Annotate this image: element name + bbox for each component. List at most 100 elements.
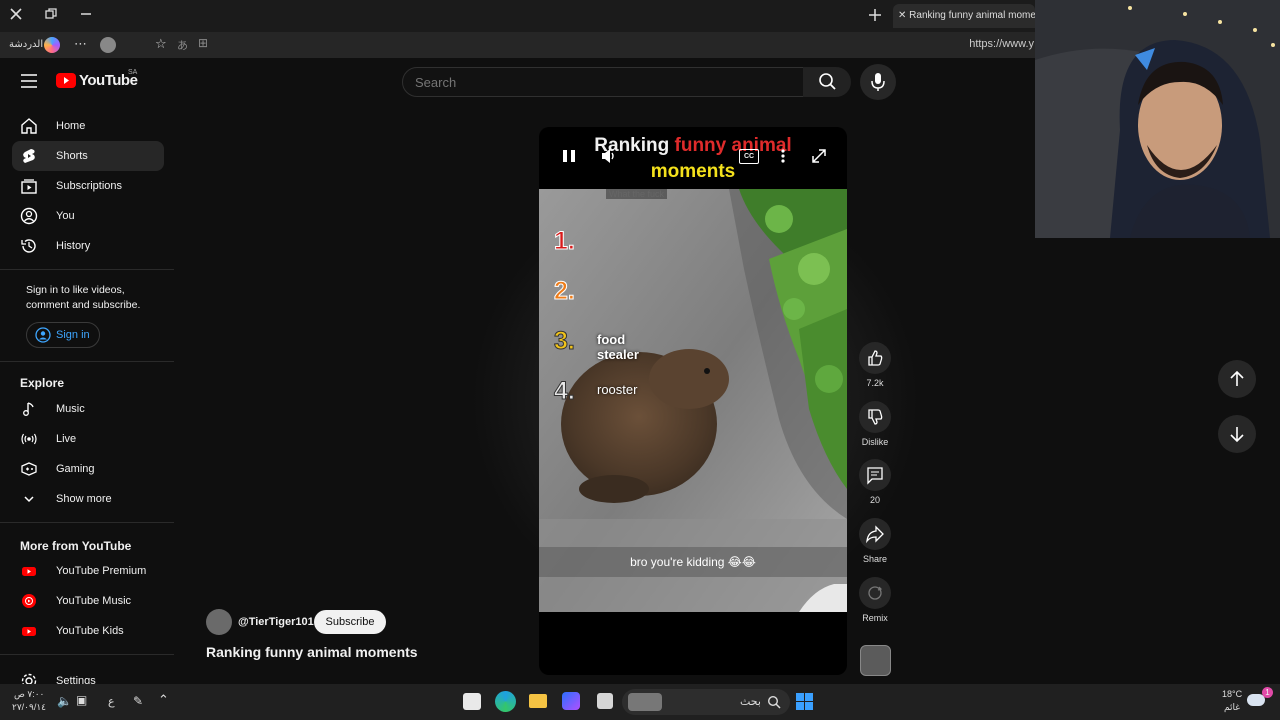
- speaker-icon[interactable]: 🔈: [57, 694, 72, 708]
- previous-short-button[interactable]: [1218, 360, 1256, 398]
- taskbar-search-label: بحث: [740, 696, 761, 708]
- sidebar-divider: [0, 654, 174, 655]
- arrow-up-icon: [1230, 370, 1244, 386]
- more-from-youtube-title: More from YouTube: [20, 539, 132, 553]
- voice-search-button[interactable]: [860, 64, 896, 100]
- subscribe-button[interactable]: Subscribe: [314, 610, 386, 634]
- minimize-window-icon[interactable]: [80, 8, 92, 20]
- sidebar-item-label: Shorts: [56, 150, 88, 162]
- search-icon: [767, 695, 781, 709]
- restore-window-icon[interactable]: [45, 8, 57, 20]
- app-icon[interactable]: [597, 693, 613, 709]
- channel-name[interactable]: @TierTiger101: [238, 616, 314, 628]
- music-icon: [23, 402, 34, 416]
- thumbs-down-icon: [868, 409, 883, 425]
- signin-prompt: Sign in to like videos, comment and subs…: [26, 284, 141, 311]
- sidebar-item-youtube-premium[interactable]: YouTube Premium: [12, 556, 164, 586]
- sidebar-item-settings[interactable]: Settings: [12, 666, 164, 684]
- account-icon: [35, 327, 51, 343]
- translate-icon[interactable]: あ: [177, 37, 188, 53]
- new-tab-icon[interactable]: [868, 8, 882, 22]
- sidebar-item-label: You: [56, 210, 75, 222]
- more-vert-button[interactable]: [779, 148, 787, 164]
- sidebar-item-shorts[interactable]: Shorts: [12, 141, 164, 171]
- rank-number: 3.: [554, 327, 576, 356]
- search-input[interactable]: [413, 74, 777, 91]
- sidebar-item-subscriptions[interactable]: Subscriptions: [12, 171, 164, 201]
- store-icon[interactable]: [463, 693, 481, 710]
- sidebar-item-label: Home: [56, 120, 86, 132]
- home-icon: [21, 118, 37, 134]
- share-button[interactable]: [859, 518, 891, 550]
- sidebar-item-you[interactable]: You: [12, 201, 164, 231]
- tray-chevron-up-icon[interactable]: ⌃: [158, 692, 169, 708]
- edge-browser-icon[interactable]: [495, 691, 516, 712]
- arrow-down-icon: [1230, 427, 1244, 443]
- close-window-icon[interactable]: [10, 8, 22, 20]
- sidebar-item-live[interactable]: Live: [12, 424, 164, 454]
- input-language[interactable]: ع: [108, 695, 115, 708]
- windows-start-icon[interactable]: [796, 693, 813, 710]
- sound-thumbnail[interactable]: [860, 645, 891, 676]
- search-highlight-image: [628, 693, 662, 711]
- sidebar-item-label: Show more: [56, 493, 112, 505]
- address-url[interactable]: https://www.y: [969, 38, 1034, 50]
- rank-number: 4.: [554, 377, 576, 406]
- sidebar-item-label: Live: [56, 433, 77, 445]
- captions-button[interactable]: CC: [739, 149, 759, 164]
- comments-button[interactable]: [859, 459, 891, 491]
- fullscreen-button[interactable]: [811, 148, 827, 164]
- youtube-logo-icon[interactable]: [56, 73, 76, 88]
- sign-in-label: Sign in: [56, 329, 90, 341]
- subscriptions-icon: [21, 179, 37, 194]
- copilot-icon[interactable]: [44, 37, 60, 53]
- overlay-title-red: funny animal: [674, 135, 792, 156]
- sidebar-item-youtube-kids[interactable]: YouTube Kids: [12, 616, 164, 646]
- dislike-button[interactable]: [859, 401, 891, 433]
- search-button[interactable]: [803, 67, 851, 97]
- dislike-action: Dislike: [855, 401, 895, 447]
- sidebar-item-youtube-music[interactable]: YouTube Music: [12, 586, 164, 616]
- weather-temperature[interactable]: 18°C: [1222, 689, 1242, 699]
- sign-in-button[interactable]: Sign in: [26, 322, 100, 348]
- gaming-icon: [21, 462, 37, 476]
- sidebar-item-home[interactable]: Home: [12, 111, 164, 141]
- sidebar-item-show-more[interactable]: Show more: [12, 484, 164, 514]
- network-icon[interactable]: ▣: [76, 693, 87, 707]
- share-label: Share: [862, 554, 888, 564]
- overlay-title-yellow: moments: [650, 161, 736, 182]
- next-short-button[interactable]: [1218, 415, 1256, 453]
- like-button[interactable]: [859, 342, 891, 374]
- pen-off-icon[interactable]: ✎: [133, 694, 143, 708]
- tab-close-icon[interactable]: ✕: [898, 10, 906, 21]
- taskbar-search[interactable]: بحث: [622, 689, 790, 715]
- sidebar-item-label: YouTube Premium: [56, 565, 147, 577]
- volume-button[interactable]: [600, 148, 618, 164]
- clock-date[interactable]: ٢٧/٠٩/١٤: [12, 702, 46, 713]
- sidebar-item-gaming[interactable]: Gaming: [12, 454, 164, 484]
- live-icon: [21, 433, 37, 445]
- channel-avatar[interactable]: [206, 609, 232, 635]
- clock-time[interactable]: ٧:٠٠ ص: [14, 689, 44, 700]
- comment-count: 20: [869, 495, 880, 505]
- remix-button[interactable]: [859, 577, 891, 609]
- copilot-app-icon[interactable]: [562, 692, 580, 710]
- thumbs-up-icon: [868, 350, 883, 366]
- favorite-star-icon[interactable]: ☆: [155, 36, 167, 52]
- pause-button[interactable]: [561, 148, 577, 164]
- browser-tab[interactable]: ✕ Ranking funny animal moments: [893, 4, 1035, 28]
- chat-label[interactable]: الدردشة: [9, 39, 43, 50]
- sidebar-item-history[interactable]: History: [12, 231, 164, 261]
- sidebar-item-music[interactable]: Music: [12, 394, 164, 424]
- menu-icon[interactable]: [21, 74, 37, 88]
- more-options-icon[interactable]: ⋯: [74, 36, 87, 52]
- weather-condition[interactable]: غائم: [1224, 702, 1240, 713]
- profile-avatar[interactable]: [100, 37, 116, 53]
- youtube-kids-icon: [22, 627, 36, 636]
- short-overlay-title: Ranking funny animal moments: [539, 133, 847, 185]
- sidebar-item-label: History: [56, 240, 91, 252]
- comment-icon: [867, 467, 883, 485]
- extensions-icon[interactable]: ⊞: [198, 36, 208, 50]
- file-explorer-icon[interactable]: [529, 694, 547, 708]
- video-subtitle: bro you're kidding 😂😂: [539, 547, 847, 577]
